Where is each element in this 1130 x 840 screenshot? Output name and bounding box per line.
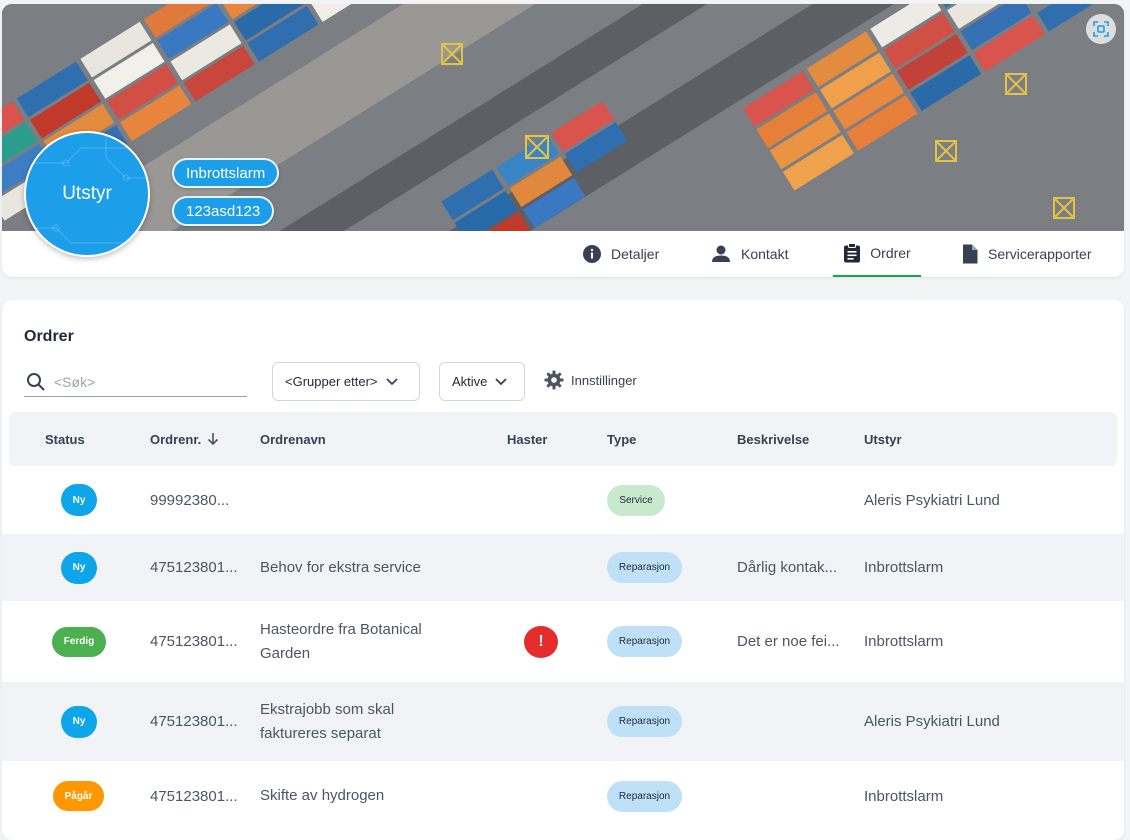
fullscreen-icon xyxy=(1093,21,1109,37)
column-label: Status xyxy=(45,431,85,447)
chevron-down-icon xyxy=(385,377,398,385)
column-header-ordrenavn[interactable]: Ordrenavn xyxy=(260,412,326,466)
type-badge: Service xyxy=(607,484,665,516)
tab-label: Detaljer xyxy=(611,246,660,262)
order-name: Skifte av hydrogen xyxy=(260,787,385,804)
status-filter-label: Aktive xyxy=(452,374,488,389)
section-title: Ordrer xyxy=(24,328,74,345)
column-label: Type xyxy=(607,431,637,447)
column-label: Ordrenavn xyxy=(260,431,326,447)
column-header-type[interactable]: Type xyxy=(607,412,636,466)
status-badge: Ny xyxy=(61,705,97,738)
table-row[interactable]: Ny 475123801... Behov for ekstra service… xyxy=(2,534,1124,601)
column-header-ordrenr[interactable]: Ordrenr. xyxy=(150,412,219,466)
equipment-id-tag: 123asd123 xyxy=(172,196,275,226)
tab-servicerapporter[interactable]: Servicerapporter xyxy=(961,231,1092,277)
group-by-dropdown[interactable]: <Grupper etter> xyxy=(272,362,420,401)
table-row[interactable]: Ny 475123801... Ekstrajobb som skal fakt… xyxy=(2,682,1124,761)
search-field[interactable] xyxy=(24,368,247,397)
group-by-label: <Grupper etter> xyxy=(285,374,378,389)
equipment-type-tag: Inbrottslarm xyxy=(172,158,280,188)
table-row[interactable]: Ferdig 475123801... Hasteordre fra Botan… xyxy=(2,601,1124,682)
column-label: Beskrivelse xyxy=(737,431,810,447)
order-number: 475123801... xyxy=(150,713,238,730)
order-number: 475123801... xyxy=(150,633,238,650)
settings-button[interactable]: Innstillinger xyxy=(544,370,637,390)
info-icon xyxy=(583,245,601,263)
tab-label: Kontakt xyxy=(741,246,789,262)
order-number: 475123801... xyxy=(150,787,238,805)
order-equipment: Inbrottslarm xyxy=(864,559,944,576)
order-equipment: Aleris Psykiatri Lund xyxy=(864,491,1000,509)
tab-bar: Detaljer Kontakt Ordrer Servicerapporter xyxy=(2,231,1124,277)
fullscreen-button[interactable] xyxy=(1086,14,1116,44)
order-description: Dårlig kontak... xyxy=(737,559,838,576)
order-name: Ekstrajobb som skal faktureres separat xyxy=(260,700,395,742)
tab-label: Ordrer xyxy=(870,245,911,261)
gear-icon xyxy=(544,370,564,390)
order-number: 99992380... xyxy=(150,491,230,509)
clipboard-icon xyxy=(844,243,861,263)
order-equipment: Aleris Psykiatri Lund xyxy=(864,713,1000,730)
column-label: Haster xyxy=(507,431,548,447)
order-equipment: Inbrottslarm xyxy=(864,633,944,650)
order-name xyxy=(260,466,460,534)
column-header-haster[interactable]: Haster xyxy=(507,412,547,466)
order-number: 475123801... xyxy=(150,559,238,576)
column-label: Utstyr xyxy=(864,431,902,447)
order-name: Hasteordre fra Botanical Garden xyxy=(260,620,422,662)
type-badge: Reparasjon xyxy=(607,552,682,583)
status-badge: Ny xyxy=(61,551,97,584)
sort-arrow-down-icon xyxy=(208,433,219,446)
tab-ordrer[interactable]: Ordrer xyxy=(833,231,921,277)
type-badge: Reparasjon xyxy=(607,626,682,657)
table-row[interactable]: Ny 99992380... Service Aleris Psykiatri … xyxy=(2,466,1124,534)
status-badge: Pågår xyxy=(53,781,104,811)
table-row[interactable]: Pågår 475123801... Skifte av hydrogen Re… xyxy=(2,761,1124,831)
order-name: Behov for ekstra service xyxy=(260,558,421,576)
status-badge: Ny xyxy=(61,484,97,516)
equipment-header-card: Utstyr Inbrottslarm 123asd123 Detaljer K… xyxy=(2,4,1124,277)
type-badge: Reparasjon xyxy=(607,706,682,737)
column-label: Ordrenr. xyxy=(150,431,202,447)
search-icon xyxy=(27,373,45,391)
type-badge: Reparasjon xyxy=(607,780,682,812)
table-header: Status Ordrenr. Ordrenavn Haster Type Be… xyxy=(9,412,1117,466)
tab-kontakt[interactable]: Kontakt xyxy=(710,231,788,277)
person-icon xyxy=(712,245,730,262)
tab-label: Servicerapporter xyxy=(988,246,1092,262)
search-input[interactable] xyxy=(54,374,224,390)
tab-detaljer[interactable]: Detaljer xyxy=(582,231,659,277)
urgent-icon: ! xyxy=(524,625,558,658)
column-header-status[interactable]: Status xyxy=(45,412,85,466)
avatar-label: Utstyr xyxy=(62,183,112,204)
settings-label: Innstillinger xyxy=(571,372,637,388)
document-icon xyxy=(963,244,978,264)
orders-card: Ordrer <Grupper etter> Aktive xyxy=(2,300,1124,840)
column-header-beskrivelse[interactable]: Beskrivelse xyxy=(737,412,809,466)
status-badge: Ferdig xyxy=(52,626,106,657)
banner-image xyxy=(2,4,1124,231)
order-equipment: Inbrottslarm xyxy=(864,787,944,805)
order-description: Det er noe fei... xyxy=(737,633,840,650)
chevron-down-icon xyxy=(495,377,508,385)
column-header-utstyr[interactable]: Utstyr xyxy=(864,412,902,466)
status-filter-dropdown[interactable]: Aktive xyxy=(439,362,525,401)
